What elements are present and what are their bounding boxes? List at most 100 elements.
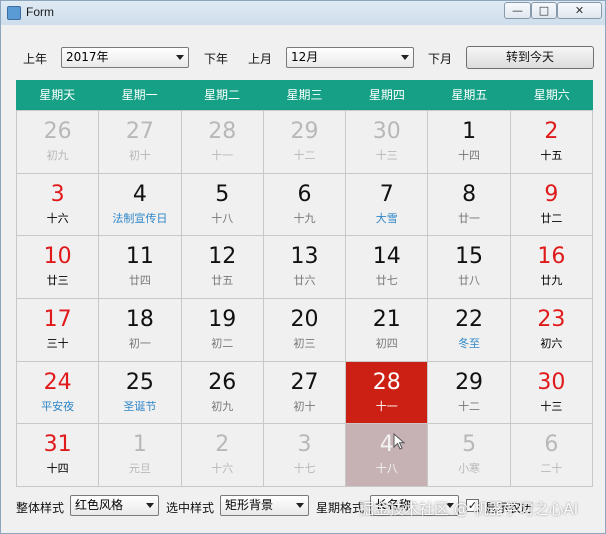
day-cell[interactable]: 27 初十: [263, 361, 347, 425]
day-cell[interactable]: 30 十三: [510, 361, 593, 425]
prev-month-button[interactable]: 上月: [248, 50, 272, 67]
day-cell[interactable]: 15 廿八: [428, 236, 511, 299]
day-cell[interactable]: 29 十二: [263, 111, 347, 174]
day-cell[interactable]: 3 十六: [17, 173, 100, 237]
day-cell[interactable]: 24 平安夜: [17, 361, 100, 425]
day-cell[interactable]: 27 初十: [99, 111, 182, 174]
day-number: 14: [372, 244, 401, 270]
day-number: 21: [372, 307, 401, 332]
day-cell[interactable]: 11 廿四: [99, 236, 182, 299]
lunar-date: 初九: [211, 399, 234, 413]
lunar-date: 小寒: [458, 462, 481, 476]
day-cell[interactable]: 28 十一: [346, 361, 429, 425]
chevron-down-icon: [146, 503, 154, 508]
lunar-date: 圣诞节: [123, 399, 157, 413]
day-number: 13: [290, 244, 319, 270]
day-cell[interactable]: 5 十八: [181, 173, 264, 237]
day-number: 12: [208, 244, 237, 270]
day-cell[interactable]: 29 十二: [428, 361, 511, 425]
day-cell[interactable]: 10 廿三: [17, 236, 100, 299]
day-cell[interactable]: 26 初九: [181, 361, 264, 425]
day-cell[interactable]: 3 十七: [263, 424, 347, 487]
month-select[interactable]: 12月: [286, 47, 414, 68]
day-number: 1: [462, 119, 477, 144]
day-cell[interactable]: 2 十五: [510, 111, 593, 174]
day-cell[interactable]: 4 法制宣传日: [99, 173, 182, 237]
minimize-button[interactable]: —: [504, 2, 531, 19]
day-number: 7: [379, 181, 394, 207]
lunar-date: 初九: [46, 149, 69, 162]
day-number: 16: [537, 244, 566, 270]
day-cell[interactable]: 19 初二: [181, 299, 264, 362]
day-cell[interactable]: 6 十九: [263, 173, 347, 237]
style-label: 整体样式: [16, 501, 65, 515]
lunar-date: 三十: [46, 337, 69, 350]
day-number: 11: [125, 244, 154, 270]
day-cell[interactable]: 21 初四: [346, 299, 429, 362]
lunar-date: 廿二: [540, 211, 563, 225]
lunar-date: 廿四: [128, 274, 151, 288]
year-select[interactable]: 2017年: [61, 47, 189, 68]
lunar-date: 平安夜: [41, 399, 75, 413]
window-title: Form: [26, 5, 54, 19]
day-cell[interactable]: 31 十四: [17, 424, 100, 487]
lunar-date: 十六: [46, 211, 69, 225]
day-cell[interactable]: 26 初九: [17, 111, 100, 174]
lunar-date: 廿三: [46, 274, 69, 288]
lunar-date: 二十: [540, 462, 563, 476]
day-number: 28: [372, 369, 401, 395]
day-cell[interactable]: 30 十三: [346, 111, 429, 174]
style-select[interactable]: 红色风格: [70, 495, 159, 516]
day-cell[interactable]: 6 二十: [510, 424, 593, 487]
lunar-date: 初十: [293, 399, 316, 413]
lunar-date: 十二: [293, 149, 316, 162]
day-number: 8: [462, 181, 477, 207]
lunar-date: 元旦: [128, 462, 151, 476]
maximize-button[interactable]: □: [531, 2, 557, 19]
day-cell[interactable]: 4 十八: [346, 424, 429, 487]
day-number: 29: [290, 119, 319, 144]
lunar-date: 十八: [211, 211, 234, 225]
day-number: 1: [132, 432, 147, 458]
day-cell[interactable]: 14 廿七: [346, 236, 429, 299]
day-cell[interactable]: 20 初三: [263, 299, 347, 362]
day-number: 29: [455, 369, 484, 395]
day-cell[interactable]: 2 十六: [181, 424, 264, 487]
select-style-select[interactable]: 矩形背景: [220, 495, 309, 516]
day-cell[interactable]: 25 圣诞节: [99, 361, 182, 425]
prev-year-button[interactable]: 上年: [23, 50, 47, 67]
watermark-text: 掘金技术社区 @ 机器学习之心AI: [359, 500, 579, 518]
next-month-button[interactable]: 下月: [428, 50, 452, 67]
day-cell[interactable]: 18 初一: [99, 299, 182, 362]
lunar-date: 十五: [540, 149, 563, 162]
day-cell[interactable]: 12 廿五: [181, 236, 264, 299]
day-cell[interactable]: 23 初六: [510, 299, 593, 362]
week-format-label: 星期格式: [316, 501, 365, 515]
style-select-value: 红色风格: [75, 498, 124, 512]
day-cell[interactable]: 13 廿六: [263, 236, 347, 299]
lunar-date: 十六: [211, 462, 234, 476]
day-number: 26: [208, 369, 237, 395]
day-cell[interactable]: 22 冬至: [428, 299, 511, 362]
select-style-label: 选中样式: [166, 501, 215, 515]
close-button[interactable]: ✕: [557, 2, 602, 19]
day-cell[interactable]: 1 元旦: [99, 424, 182, 487]
day-cell[interactable]: 8 廿一: [428, 173, 511, 237]
day-cell[interactable]: 28 十一: [181, 111, 264, 174]
day-cell[interactable]: 1 十四: [428, 111, 511, 174]
chevron-down-icon: [401, 55, 409, 60]
next-year-button[interactable]: 下年: [204, 50, 228, 67]
go-today-button[interactable]: 转到今天: [466, 46, 594, 69]
title-bar[interactable]: Form — □ ✕: [1, 1, 605, 25]
day-number: 3: [297, 432, 312, 458]
day-cell[interactable]: 9 廿二: [510, 173, 593, 237]
day-cell[interactable]: 5 小寒: [428, 424, 511, 487]
day-number: 9: [544, 181, 559, 207]
day-cell[interactable]: 16 廿九: [510, 236, 593, 299]
day-number: 3: [50, 181, 65, 207]
day-number: 24: [43, 369, 72, 395]
day-cell[interactable]: 7 大雪: [346, 173, 429, 237]
day-cell[interactable]: 17 三十: [17, 299, 100, 362]
day-number: 22: [455, 307, 484, 332]
day-number: 10: [43, 244, 72, 270]
